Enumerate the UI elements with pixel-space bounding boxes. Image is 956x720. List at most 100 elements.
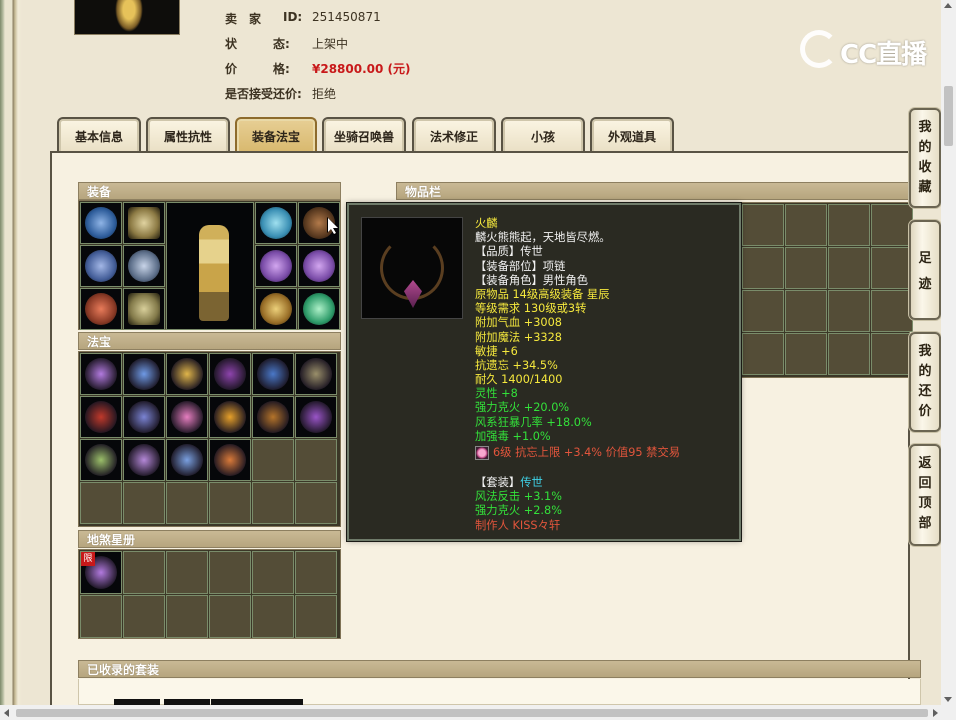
equip-slot-mask[interactable] bbox=[255, 202, 297, 244]
equip-slot-jade[interactable] bbox=[298, 288, 340, 330]
equip-slot-helmet[interactable] bbox=[80, 202, 122, 244]
scroll-right-icon[interactable] bbox=[933, 709, 938, 717]
inventory-slot[interactable] bbox=[828, 290, 870, 332]
star-book-slot[interactable]: 限 bbox=[80, 551, 122, 594]
treasure-slot[interactable] bbox=[80, 396, 122, 438]
treasure-slot[interactable] bbox=[209, 396, 251, 438]
star-book-slot[interactable] bbox=[252, 551, 294, 594]
star-book-slot[interactable] bbox=[209, 551, 251, 594]
star-book-slot[interactable] bbox=[80, 595, 122, 638]
inventory-section-title: 物品栏 bbox=[396, 182, 910, 200]
tab-attributes[interactable]: 属性抗性 bbox=[146, 117, 230, 153]
star-book-slot[interactable] bbox=[295, 551, 337, 594]
treasure-slot[interactable] bbox=[252, 439, 294, 481]
treasure-slot[interactable] bbox=[209, 482, 251, 524]
equip-slot-flag[interactable] bbox=[80, 288, 122, 330]
inventory-slot[interactable] bbox=[871, 204, 913, 246]
equip-slot-bracelet-right[interactable] bbox=[298, 245, 340, 287]
scroll-up-icon[interactable] bbox=[944, 3, 952, 8]
treasure-slot[interactable] bbox=[252, 482, 294, 524]
star-book-slot[interactable] bbox=[295, 595, 337, 638]
treasure-slot[interactable] bbox=[295, 482, 337, 524]
treasure-slot[interactable] bbox=[123, 396, 165, 438]
treasure-slot[interactable] bbox=[80, 439, 122, 481]
treasure-slot[interactable] bbox=[252, 353, 294, 395]
treasure-slot[interactable] bbox=[166, 482, 208, 524]
treasure-slot[interactable] bbox=[209, 353, 251, 395]
star-book-slot[interactable] bbox=[123, 551, 165, 594]
vertical-scroll-thumb[interactable] bbox=[944, 86, 953, 146]
tab-spell-correction[interactable]: 法术修正 bbox=[412, 117, 496, 153]
equip-slot-ring-left[interactable] bbox=[80, 245, 122, 287]
tab-appearance-items[interactable]: 外观道具 bbox=[590, 117, 674, 153]
inventory-slot[interactable] bbox=[742, 333, 784, 375]
star-book-slot[interactable] bbox=[166, 595, 208, 638]
inventory-slot[interactable] bbox=[742, 247, 784, 289]
treasure-item-icon bbox=[300, 358, 332, 390]
treasure-slot[interactable] bbox=[123, 439, 165, 481]
stat-line: 耐久 1400/1400 bbox=[475, 373, 563, 387]
inventory-slot[interactable] bbox=[828, 247, 870, 289]
inventory-slot[interactable] bbox=[785, 247, 827, 289]
equip-slot-weapon[interactable] bbox=[123, 202, 165, 244]
treasure-slot[interactable] bbox=[209, 439, 251, 481]
scroll-down-icon[interactable] bbox=[944, 697, 952, 702]
equip-slot-boots[interactable] bbox=[123, 288, 165, 330]
treasure-item-icon bbox=[257, 401, 289, 433]
inventory-slot[interactable] bbox=[871, 247, 913, 289]
treasure-slot[interactable] bbox=[123, 482, 165, 524]
inventory-slot[interactable] bbox=[742, 290, 784, 332]
inventory-slot[interactable] bbox=[742, 204, 784, 246]
treasure-item-icon bbox=[85, 444, 117, 476]
tab-equipment-treasure[interactable]: 装备法宝 bbox=[235, 117, 317, 153]
item-maker: 制作人 KISS々轩 bbox=[475, 518, 561, 532]
inventory-slot[interactable] bbox=[785, 204, 827, 246]
treasure-slot[interactable] bbox=[166, 353, 208, 395]
scroll-left-icon[interactable] bbox=[4, 709, 9, 717]
status-label: 状 态: bbox=[225, 37, 290, 51]
inventory-slot[interactable] bbox=[828, 333, 870, 375]
treasure-item-icon bbox=[171, 444, 203, 476]
equip-slot-belt[interactable] bbox=[255, 288, 297, 330]
horizontal-scroll-thumb[interactable] bbox=[16, 709, 928, 717]
tab-basic-info[interactable]: 基本信息 bbox=[57, 117, 141, 153]
footprints-button[interactable]: 足迹 bbox=[909, 220, 941, 320]
treasure-slot[interactable] bbox=[166, 439, 208, 481]
inventory-slot[interactable] bbox=[785, 290, 827, 332]
treasure-slot[interactable] bbox=[80, 482, 122, 524]
treasure-grid bbox=[78, 351, 341, 527]
tooltip-text: 火麟 麟火熊熊起，天地皆尽燃。 【品质】传世 【装备部位】项链 【装备角色】男性… bbox=[475, 217, 735, 533]
stat-line: 抗遗忘 +34.5% bbox=[475, 358, 558, 372]
equip-slot-necklace[interactable] bbox=[298, 202, 340, 244]
tab-children[interactable]: 小孩 bbox=[501, 117, 585, 153]
star-book-slot[interactable] bbox=[123, 595, 165, 638]
inventory-slot[interactable] bbox=[785, 333, 827, 375]
treasure-item-icon bbox=[85, 401, 117, 433]
set-value: 传世 bbox=[520, 476, 543, 489]
tab-mounts-summons[interactable]: 坐骑召唤兽 bbox=[322, 117, 406, 153]
inventory-slot[interactable] bbox=[828, 204, 870, 246]
star-book-slot[interactable] bbox=[209, 595, 251, 638]
equip-slot-armor[interactable] bbox=[123, 245, 165, 287]
item-requirement: 等级需求 130级或3转 bbox=[475, 302, 587, 316]
horizontal-scrollbar[interactable] bbox=[0, 705, 956, 720]
equip-slot-bracelet-left[interactable] bbox=[255, 245, 297, 287]
treasure-slot[interactable] bbox=[166, 396, 208, 438]
vertical-scrollbar[interactable] bbox=[941, 0, 956, 705]
back-to-top-button[interactable]: 返回顶部 bbox=[909, 444, 941, 546]
treasure-slot[interactable] bbox=[295, 439, 337, 481]
my-bargains-button[interactable]: 我的还价 bbox=[909, 332, 941, 432]
status-value: 上架中 bbox=[312, 37, 349, 51]
treasure-item-icon bbox=[257, 358, 289, 390]
star-book-slot[interactable] bbox=[252, 595, 294, 638]
inventory-slot[interactable] bbox=[871, 333, 913, 375]
my-favorites-button[interactable]: 我的收藏 bbox=[909, 108, 941, 208]
treasure-slot[interactable] bbox=[295, 353, 337, 395]
treasure-slot[interactable] bbox=[295, 396, 337, 438]
star-book-slot[interactable] bbox=[166, 551, 208, 594]
inventory-slot[interactable] bbox=[871, 290, 913, 332]
treasure-slot[interactable] bbox=[80, 353, 122, 395]
treasure-slot[interactable] bbox=[252, 396, 294, 438]
treasure-slot[interactable] bbox=[123, 353, 165, 395]
bargain-value: 拒绝 bbox=[312, 87, 337, 101]
